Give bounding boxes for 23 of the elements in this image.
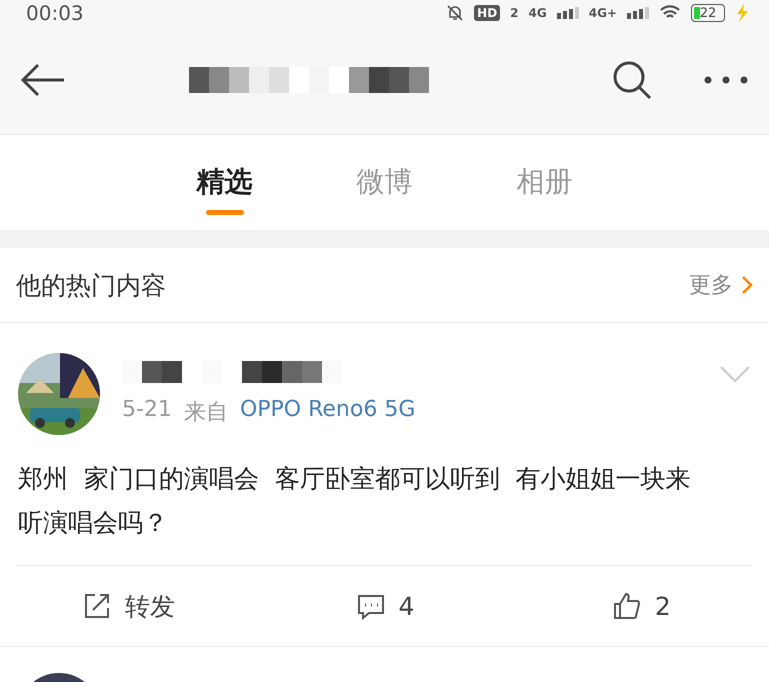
source-label: 来自 [184,399,228,427]
status-time: 00:03 [26,2,84,24]
more-link[interactable]: 更多 [689,270,753,300]
bell-muted-icon [446,4,464,22]
post-text: 郑州 家门口的演唱会 客厅卧室都可以听到 有小姐姐一块来听演唱会吗？ [18,463,692,539]
search-button[interactable] [611,59,653,101]
post-date: 5-21 [122,397,172,424]
more-button[interactable] [703,75,749,85]
hd-sim-number: 2 [510,7,519,19]
repost-button[interactable]: 转发 [0,588,256,624]
comment-button[interactable]: 4 [256,589,513,623]
network-type: 4G+ [588,7,617,19]
section-title: 他的热门内容 [16,270,166,302]
battery-percent: 22 [700,6,716,20]
back-button[interactable] [20,63,66,97]
network-type: 4G [528,7,547,19]
chevron-right-icon [741,275,753,295]
signal-icon [627,7,649,19]
device-link[interactable]: OPPO Reno6 5G [240,397,416,427]
hd-badge: HD [474,5,500,21]
profile-tab[interactable]: 精选 [196,163,252,215]
signal-icon [556,7,579,19]
like-button[interactable]: 2 [512,589,769,623]
